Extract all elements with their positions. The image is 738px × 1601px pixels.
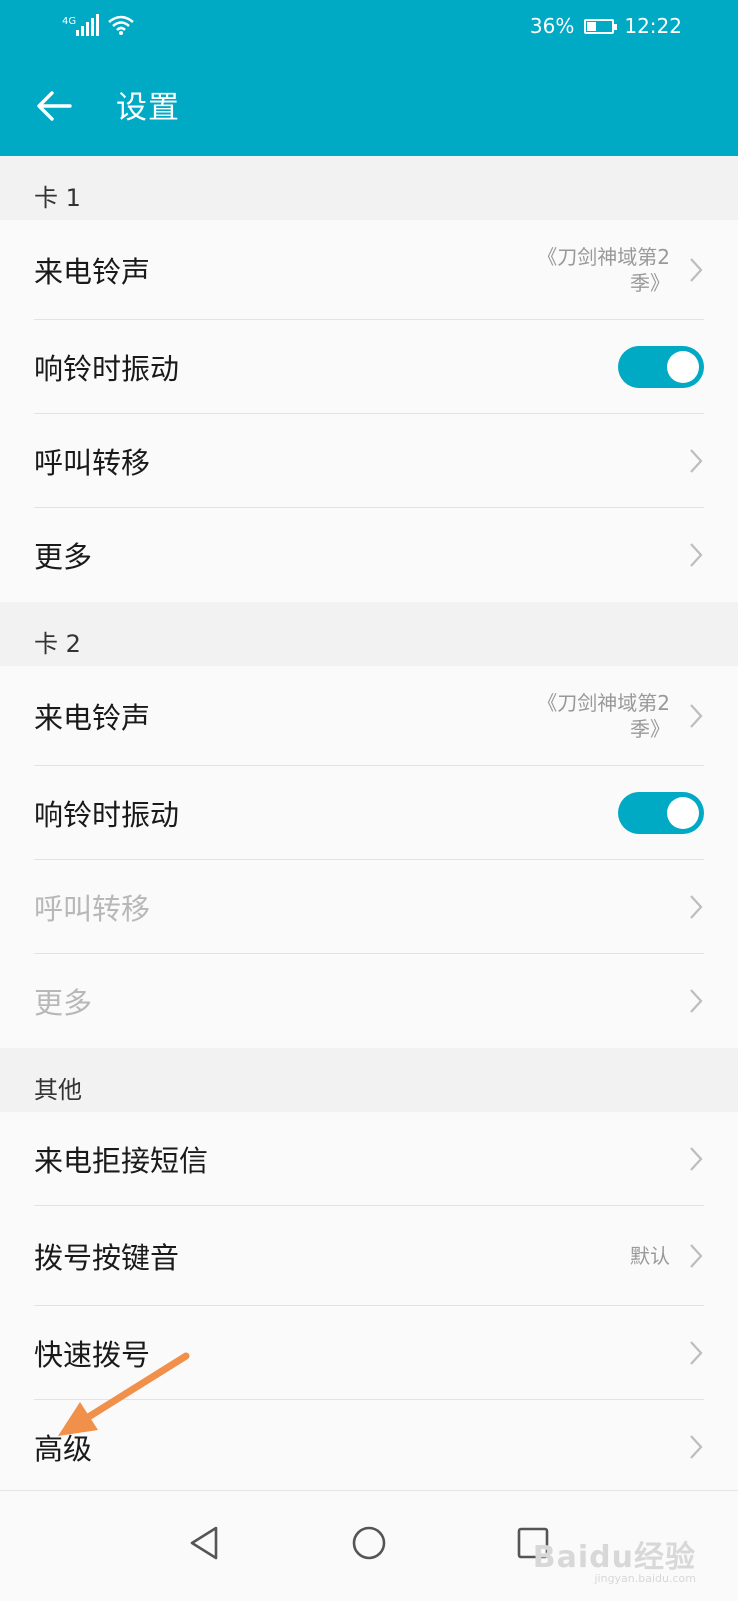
chevron-right-icon [690,1147,703,1171]
card2-group: 来电铃声 《刀剑神域第2 季》 响铃时振动 呼叫转移 更多 [0,666,738,1048]
back-arrow-icon[interactable] [34,86,74,126]
chevron-right-icon [690,1341,703,1365]
battery-percent: 36% [529,14,575,38]
toggle-knob [667,797,699,829]
chevron-right-icon [690,449,703,473]
toggle-knob [667,351,699,383]
card1-forward-row[interactable]: 呼叫转移 [0,414,738,508]
row-label: 呼叫转移 [34,446,151,480]
row-label: 来电拒接短信 [34,1144,209,1178]
watermark: Baidu经验 jingyan.baidu.com [533,1532,696,1585]
watermark-brand: Baidu经验 [532,1540,696,1575]
signal-group: 4G [62,14,135,36]
row-label: 来电铃声 [34,255,151,289]
speed-dial-row[interactable]: 快速拨号 [0,1306,738,1400]
status-right: 36% 12:22 [530,14,682,38]
section-header-card2: 卡 2 [0,602,738,666]
card1-more-row[interactable]: 更多 [0,508,738,602]
vibrate-toggle[interactable] [618,346,704,388]
dial-tone-value: 默认 [630,1244,670,1268]
card2-forward-row[interactable]: 呼叫转移 [0,860,738,954]
network-type: 4G [62,16,77,27]
ringtone-value-line1: 《刀剑神域第2 [537,691,670,715]
chevron-right-icon [690,704,703,728]
chevron-right-icon [690,895,703,919]
dial-tone-row[interactable]: 拨号按键音 默认 [0,1206,738,1306]
app-bar: 设置 [0,58,738,156]
chevron-right-icon [690,1244,703,1268]
status-bar: 4G 36% 12:22 [0,0,738,58]
card1-group: 来电铃声 《刀剑神域第2 季》 响铃时振动 呼叫转移 更多 [0,220,738,602]
card2-vibrate-row[interactable]: 响铃时振动 [0,766,738,860]
section-header-other: 其他 [0,1048,738,1112]
card2-more-row[interactable]: 更多 [0,954,738,1048]
nav-back-icon[interactable] [186,1523,226,1563]
section-header-card1: 卡 1 [0,156,738,220]
page-title: 设置 [116,90,180,126]
row-label: 响铃时振动 [34,352,180,386]
ringtone-value: 《刀剑神域第2 季》 [520,244,670,296]
wifi-icon [108,15,134,35]
reject-sms-row[interactable]: 来电拒接短信 [0,1112,738,1206]
chevron-right-icon [690,989,703,1013]
vibrate-toggle[interactable] [618,792,704,834]
card2-ringtone-row[interactable]: 来电铃声 《刀剑神域第2 季》 [0,666,738,766]
chevron-right-icon [690,1435,703,1459]
ringtone-value-line1: 《刀剑神域第2 [537,245,670,269]
clock: 12:22 [624,14,682,38]
card1-ringtone-row[interactable]: 来电铃声 《刀剑神域第2 季》 [0,220,738,320]
ringtone-value-line2: 季》 [630,271,670,295]
battery-icon [584,18,618,34]
section-title: 其他 [34,1076,82,1104]
row-label: 更多 [34,986,93,1020]
row-label: 快速拨号 [34,1338,151,1372]
row-label: 更多 [34,540,93,574]
ringtone-value-line2: 季》 [630,717,670,741]
card1-vibrate-row[interactable]: 响铃时振动 [0,320,738,414]
nav-home-icon[interactable] [349,1523,389,1563]
chevron-right-icon [690,258,703,282]
ringtone-value: 《刀剑神域第2 季》 [520,690,670,742]
section-title: 卡 1 [34,184,81,212]
row-label: 拨号按键音 [34,1241,180,1275]
row-label: 高级 [34,1432,93,1466]
row-label: 呼叫转移 [34,892,151,926]
advanced-row[interactable]: 高级 [0,1400,738,1494]
chevron-right-icon [690,543,703,567]
signal-icon [76,14,99,36]
other-group: 来电拒接短信 拨号按键音 默认 快速拨号 高级 [0,1112,738,1494]
row-label: 响铃时振动 [34,798,180,832]
section-title: 卡 2 [34,630,81,658]
row-label: 来电铃声 [34,701,151,735]
